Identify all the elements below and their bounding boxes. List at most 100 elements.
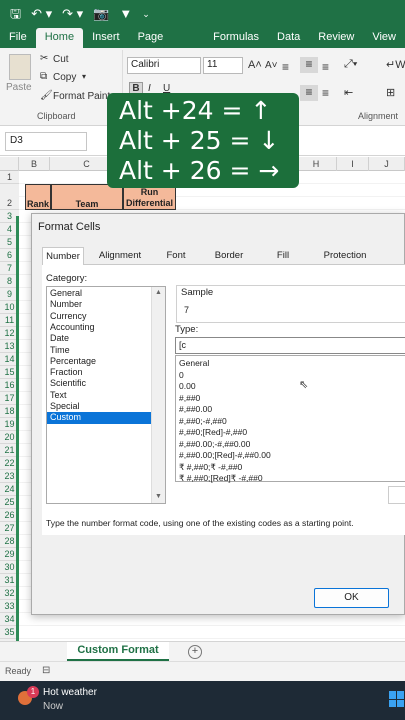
column-header-j[interactable]: J	[369, 157, 405, 171]
category-scrollbar[interactable]: ▲ ▼	[151, 287, 165, 503]
format-code-item[interactable]: ₹ #,##0;[Red]₹ -#,##0	[179, 473, 263, 484]
cut-button[interactable]: Cut	[53, 54, 69, 65]
camera-icon[interactable]: 📷	[93, 0, 109, 28]
category-fraction[interactable]: Fraction	[47, 367, 151, 378]
customize-qat-icon[interactable]: ⌄	[142, 0, 150, 28]
category-special[interactable]: Special	[47, 401, 151, 412]
tab-insert[interactable]: Insert	[83, 28, 129, 48]
category-date[interactable]: Date	[47, 333, 151, 344]
copy-icon[interactable]: ⧉	[40, 71, 47, 82]
paste-icon[interactable]	[9, 54, 31, 80]
format-code-item[interactable]: ₹ #,##0;₹ -#,##0	[179, 462, 242, 473]
sheet-tab-bar: Custom Format +	[0, 641, 405, 661]
merge-icon[interactable]: ⊞	[386, 86, 395, 99]
accessibility-icon[interactable]: ⊟	[42, 665, 50, 676]
tab-page-layout[interactable]: Page Layout	[129, 28, 205, 61]
banner-line-down: Alt + 25 = ↓	[119, 126, 280, 155]
tab-file[interactable]: File	[0, 28, 36, 48]
align-bottom-icon[interactable]: ≡	[322, 60, 329, 74]
header-team-label: Team	[75, 199, 99, 209]
filter-icon[interactable]: ▼	[119, 0, 132, 28]
category-time[interactable]: Time	[47, 345, 151, 356]
indent-icon[interactable]: ⇤	[344, 86, 353, 99]
type-input[interactable]: [c	[175, 337, 405, 354]
row-header[interactable]: 2	[0, 184, 19, 210]
redo-icon[interactable]: ↷ ▾	[62, 0, 83, 28]
category-custom[interactable]: Custom	[47, 412, 151, 424]
tab-home[interactable]: Home	[35, 28, 84, 48]
dialog-tab-font[interactable]: Font	[158, 247, 194, 265]
wrap-text-icon[interactable]: ↵W	[386, 58, 405, 71]
format-code-item[interactable]: #,##0.00	[179, 404, 212, 415]
category-general[interactable]: General	[47, 288, 151, 299]
scroll-down-icon[interactable]: ▼	[152, 493, 165, 500]
ok-button[interactable]: OK	[314, 588, 389, 608]
dialog-tab-protection[interactable]: Protection	[312, 247, 378, 265]
taskbar: 1 Hot weather Now	[0, 681, 405, 720]
category-label: Category:	[46, 273, 88, 284]
format-code-item[interactable]: General	[179, 358, 209, 369]
orientation-icon[interactable]: ⤢▾	[344, 58, 357, 71]
dialog-tab-alignment[interactable]: Alignment	[92, 247, 148, 265]
copy-dropdown-icon[interactable]: ▾	[82, 72, 86, 81]
cut-icon[interactable]: ✂	[40, 53, 48, 64]
select-all-corner[interactable]	[0, 157, 19, 171]
tab-view[interactable]: View	[363, 28, 405, 48]
add-sheet-icon[interactable]: +	[188, 645, 202, 659]
tab-review[interactable]: Review	[309, 28, 363, 48]
align-justify-icon[interactable]: ≡	[322, 86, 329, 100]
banner-line-up: Alt +24 = ↑	[119, 96, 272, 125]
align-top-icon[interactable]: ≡	[282, 60, 289, 74]
align-middle-icon[interactable]: ≡	[300, 57, 318, 73]
category-percentage[interactable]: Percentage	[47, 356, 151, 367]
increase-font-icon[interactable]: A˄	[248, 59, 262, 71]
status-bar: Ready ⊟	[0, 661, 405, 681]
selection-indicator	[16, 216, 19, 641]
tab-formulas[interactable]: Formulas	[204, 28, 268, 48]
column-header-b[interactable]: B	[19, 157, 50, 171]
format-code-item[interactable]: 0.00	[179, 381, 196, 392]
windows-start-icon[interactable]	[389, 691, 405, 707]
sheet-tab-custom-format[interactable]: Custom Format	[67, 642, 169, 661]
format-code-list[interactable]: General 0 0.00 #,##0 #,##0.00 #,##0;-#,#…	[175, 355, 405, 484]
dialog-tab-fill[interactable]: Fill	[268, 247, 298, 265]
format-code-item[interactable]: #,##0;[Red]-#,##0	[179, 427, 247, 438]
decrease-font-icon[interactable]: A˅	[265, 60, 278, 71]
category-accounting[interactable]: Accounting	[47, 322, 151, 333]
header-cell-rank[interactable]: Rank	[25, 184, 51, 210]
delete-button[interactable]	[388, 486, 405, 504]
format-code-item[interactable]: 0	[179, 370, 184, 381]
dialog-tab-border[interactable]: Border	[208, 247, 250, 265]
name-box[interactable]: D3	[5, 132, 87, 151]
dialog-tab-number[interactable]: Number	[42, 247, 84, 265]
column-header-h[interactable]: H	[296, 157, 337, 171]
row-header[interactable]: 1	[0, 171, 19, 184]
weather-title[interactable]: Hot weather	[43, 687, 97, 698]
alignment-group-label: Alignment	[358, 111, 399, 121]
category-text[interactable]: Text	[47, 390, 151, 401]
align-right-icon[interactable]: ≡	[300, 85, 318, 101]
scroll-up-icon[interactable]: ▲	[152, 289, 165, 296]
font-size-box[interactable]: 11	[203, 57, 243, 74]
save-icon[interactable]: 🖫	[10, 0, 21, 28]
format-code-item[interactable]: #,##0.00;[Red]-#,##0.00	[179, 450, 271, 461]
format-code-item[interactable]: #,##0.00;-#,##0.00	[179, 439, 250, 450]
copy-button[interactable]: Copy	[53, 72, 76, 83]
format-code-item[interactable]: #,##0	[179, 393, 200, 404]
category-scientific[interactable]: Scientific	[47, 378, 151, 389]
category-list[interactable]: General Number Currency Accounting Date …	[46, 286, 166, 504]
undo-icon[interactable]: ↶ ▾	[31, 0, 52, 28]
column-header-i[interactable]: I	[337, 157, 369, 171]
format-hint-text: Type the number format code, using one o…	[46, 518, 354, 528]
format-painter-button[interactable]: Format Paint	[53, 91, 110, 102]
format-painter-icon[interactable]: 🖌	[40, 90, 53, 101]
paste-button[interactable]: Paste	[6, 82, 32, 93]
category-number[interactable]: Number	[47, 299, 151, 310]
tab-data[interactable]: Data	[268, 28, 309, 48]
format-code-item[interactable]: #,##0;-#,##0	[179, 416, 227, 427]
header-run-diff-label: Run Differential	[125, 187, 173, 208]
category-currency[interactable]: Currency	[47, 311, 151, 322]
sample-label: Sample	[181, 287, 214, 298]
font-name-box[interactable]: Calibri	[127, 57, 201, 74]
header-rank-label: Rank	[26, 199, 49, 209]
